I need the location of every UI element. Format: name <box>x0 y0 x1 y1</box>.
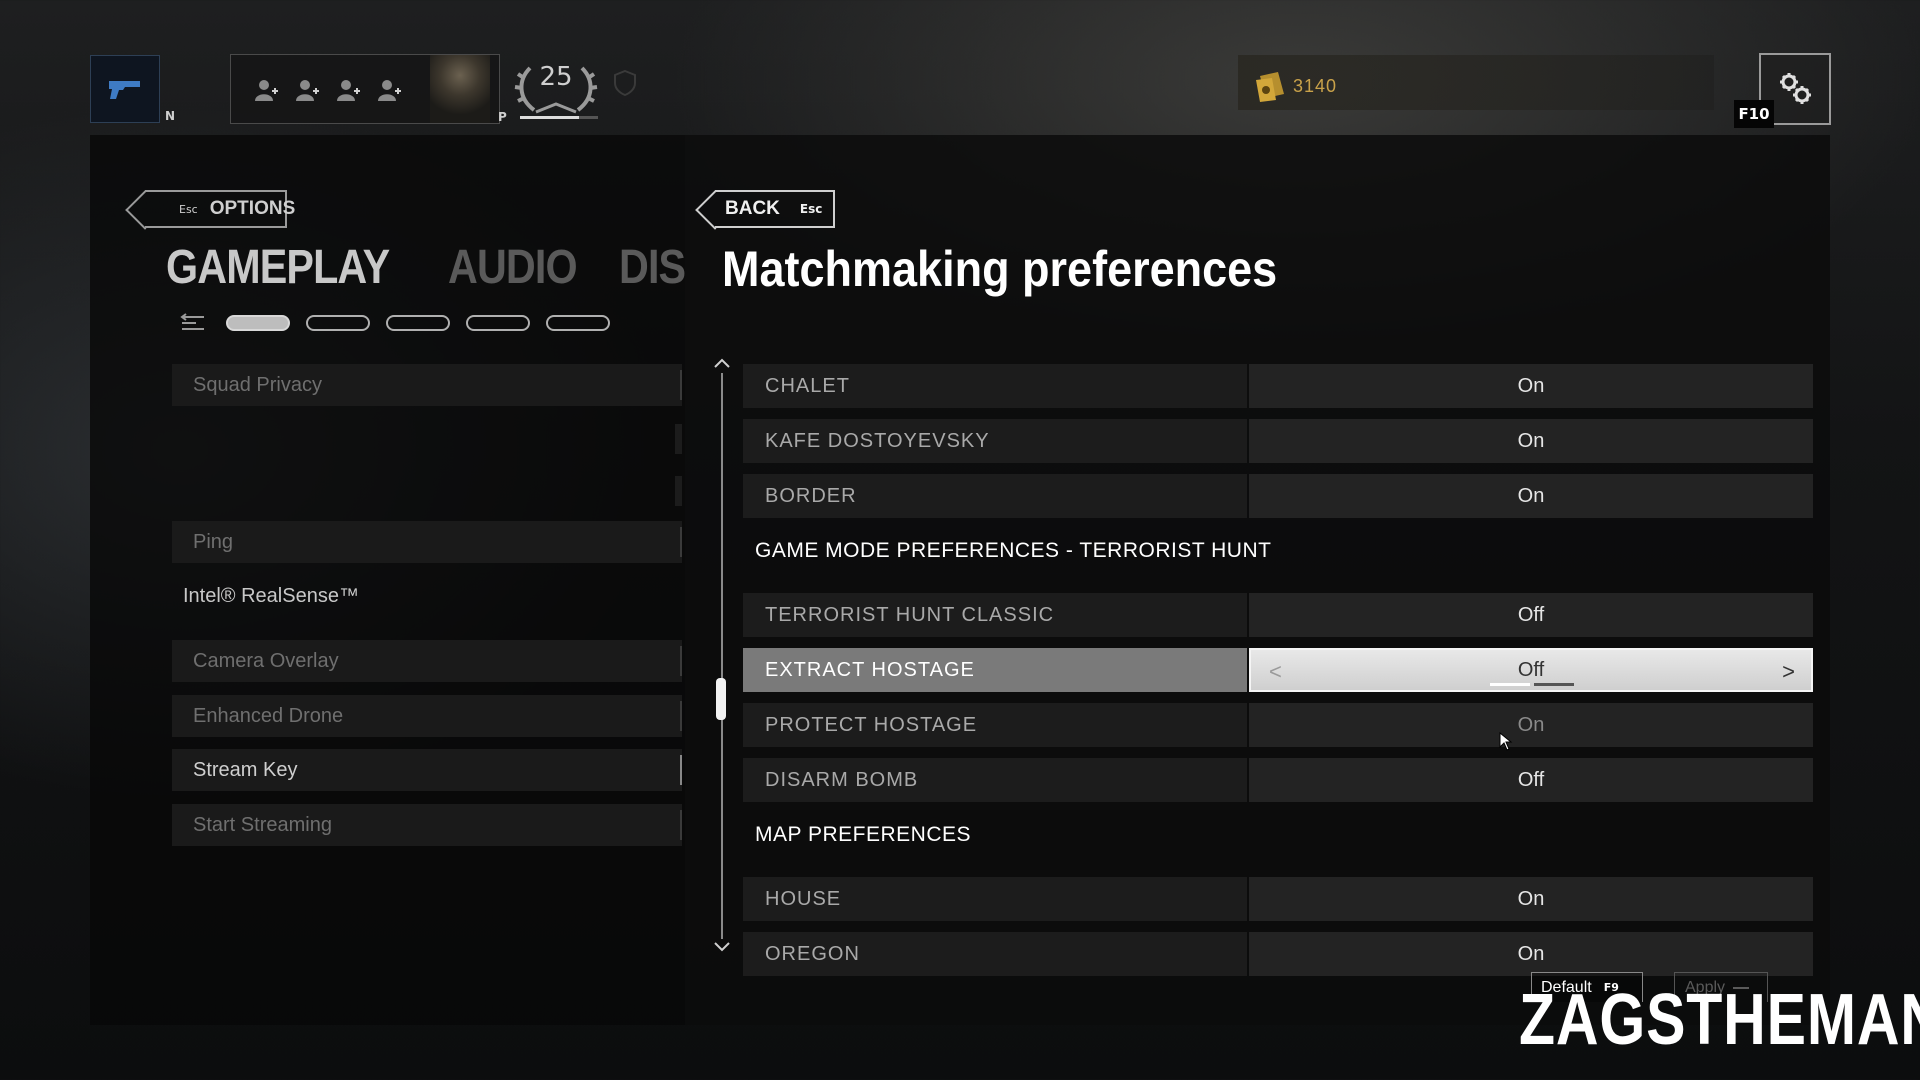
next-option-icon[interactable]: > <box>1782 659 1795 685</box>
top-bar: N P 25 3140 F10 <box>0 0 1920 135</box>
setting-row-disarm-bomb[interactable]: DISARM BOMB Off <box>743 758 1813 802</box>
subpage-pill[interactable] <box>466 315 530 331</box>
tab-switch-icon[interactable] <box>180 312 206 334</box>
setting-row-kafe-dostoyevsky[interactable]: KAFE DOSTOYEVSKY On <box>743 419 1813 463</box>
section-heading: MAP PREFERENCES <box>755 823 971 846</box>
row-divider <box>680 646 682 676</box>
pistol-icon <box>109 81 140 99</box>
row-stub <box>675 424 682 454</box>
setting-value-selector[interactable]: < Off > <box>1249 648 1813 692</box>
list-item[interactable]: Stream Key <box>172 749 682 791</box>
add-squad-member-icon[interactable] <box>253 77 279 103</box>
setting-label: HOUSE <box>743 877 1247 921</box>
setting-value[interactable]: On <box>1249 474 1813 518</box>
mouse-cursor-icon <box>1499 732 1513 751</box>
list-item-label: Stream Key <box>193 758 298 781</box>
options-back-button[interactable]: Esc OPTIONS <box>145 190 295 228</box>
row-divider <box>680 527 682 557</box>
list-item[interactable]: Squad Privacy <box>172 364 682 406</box>
setting-label: KAFE DOSTOYEVSKY <box>743 419 1247 463</box>
list-item-label: Ping <box>193 530 234 553</box>
renown-icon <box>1256 72 1284 102</box>
setting-label: BORDER <box>743 474 1247 518</box>
loadout-key-hint: N <box>165 109 176 123</box>
setting-value[interactable]: Off <box>1249 593 1813 637</box>
section-heading: Intel® RealSense™ <box>172 575 682 617</box>
setting-value[interactable]: Off <box>1249 758 1813 802</box>
setting-value: Off <box>1517 658 1545 681</box>
scrollbar-thumb[interactable] <box>716 678 726 720</box>
list-item-label: Enhanced Drone <box>193 704 344 727</box>
add-squad-member-icon[interactable] <box>294 77 320 103</box>
page-title: Matchmaking preferences <box>722 241 1278 297</box>
list-item[interactable]: Camera Overlay <box>172 640 682 682</box>
options-label: OPTIONS <box>209 198 296 219</box>
back-label: BACK <box>725 198 780 219</box>
setting-row-oregon[interactable]: OREGON On <box>743 932 1813 976</box>
list-item[interactable]: Enhanced Drone <box>172 695 682 737</box>
option-indicator-active <box>1490 683 1530 686</box>
previous-option-icon[interactable]: < <box>1269 659 1282 685</box>
setting-label: TERRORIST HUNT CLASSIC <box>743 593 1247 637</box>
rank-level: 25 <box>539 62 573 92</box>
option-indicator <box>1490 683 1574 686</box>
row-stub <box>675 476 682 506</box>
squad-key-hint: P <box>498 110 507 124</box>
setting-value[interactable]: On <box>1249 932 1813 976</box>
row-divider <box>680 701 682 731</box>
setting-row-protect-hostage[interactable]: PROTECT HOSTAGE On <box>743 703 1813 747</box>
add-squad-member-icon[interactable] <box>376 77 402 103</box>
section-heading: GAME MODE PREFERENCES - TERRORIST HUNT <box>755 539 1272 562</box>
setting-row-terrorist-hunt-classic[interactable]: TERRORIST HUNT CLASSIC Off <box>743 593 1813 637</box>
setting-value[interactable]: On <box>1249 877 1813 921</box>
gears-icon <box>1780 73 1811 104</box>
options-tabs: GAMEPLAYAUDIODISPLAYG <box>166 240 686 300</box>
subpage-pill[interactable] <box>306 315 370 331</box>
rank-progress-fill <box>520 116 579 119</box>
list-item[interactable]: Start Streaming <box>172 804 682 846</box>
rank-badge: 25 <box>510 54 602 124</box>
scroll-down-icon[interactable] <box>713 940 731 954</box>
setting-value[interactable]: On <box>1249 364 1813 408</box>
back-esc-hint: Esc <box>799 202 823 216</box>
player-avatar[interactable] <box>430 55 490 123</box>
section-heading-label: Intel® RealSense™ <box>183 584 359 607</box>
setting-row-chalet[interactable]: CHALET On <box>743 364 1813 408</box>
setting-label: DISARM BOMB <box>743 758 1247 802</box>
scroll-up-icon[interactable] <box>713 356 731 370</box>
list-item[interactable]: Ping <box>172 521 682 563</box>
scrollbar-track[interactable] <box>721 373 723 939</box>
subpage-pill[interactable] <box>226 315 290 331</box>
setting-value[interactable]: On <box>1249 703 1813 747</box>
setting-label: CHALET <box>743 364 1247 408</box>
watermark: ZAGSTHEMAN <box>1519 980 1920 1060</box>
settings-key-hint: F10 <box>1734 100 1774 128</box>
setting-row-house[interactable]: HOUSE On <box>743 877 1813 921</box>
add-squad-member-icon[interactable] <box>335 77 361 103</box>
setting-label: OREGON <box>743 932 1247 976</box>
row-divider <box>680 810 682 840</box>
setting-label: PROTECT HOSTAGE <box>743 703 1247 747</box>
options-esc-hint: Esc <box>179 202 198 216</box>
subpage-pill[interactable] <box>386 315 450 331</box>
setting-label: EXTRACT HOSTAGE <box>743 648 1247 692</box>
tab-audio[interactable]: AUDIO <box>448 240 578 295</box>
row-divider <box>680 755 682 785</box>
list-item-label: Camera Overlay <box>193 649 339 672</box>
list-item-label: Start Streaming <box>193 813 332 836</box>
tab-display[interactable]: DISPLAY <box>619 240 686 295</box>
loadout-button[interactable] <box>90 55 160 123</box>
setting-value[interactable]: On <box>1249 419 1813 463</box>
back-button[interactable]: BACK Esc <box>715 190 835 228</box>
list-item-label: Squad Privacy <box>193 373 322 396</box>
tab-gameplay[interactable]: GAMEPLAY <box>166 240 390 295</box>
renown-amount: 3140 <box>1293 76 1338 96</box>
setting-row-extract-hostage[interactable]: EXTRACT HOSTAGE < Off > <box>743 648 1813 692</box>
subpage-pill[interactable] <box>546 315 610 331</box>
shield-icon <box>614 70 636 96</box>
row-divider <box>680 370 682 400</box>
rank-progress-bar <box>520 116 598 119</box>
option-indicator-inactive <box>1534 683 1574 686</box>
setting-row-border[interactable]: BORDER On <box>743 474 1813 518</box>
